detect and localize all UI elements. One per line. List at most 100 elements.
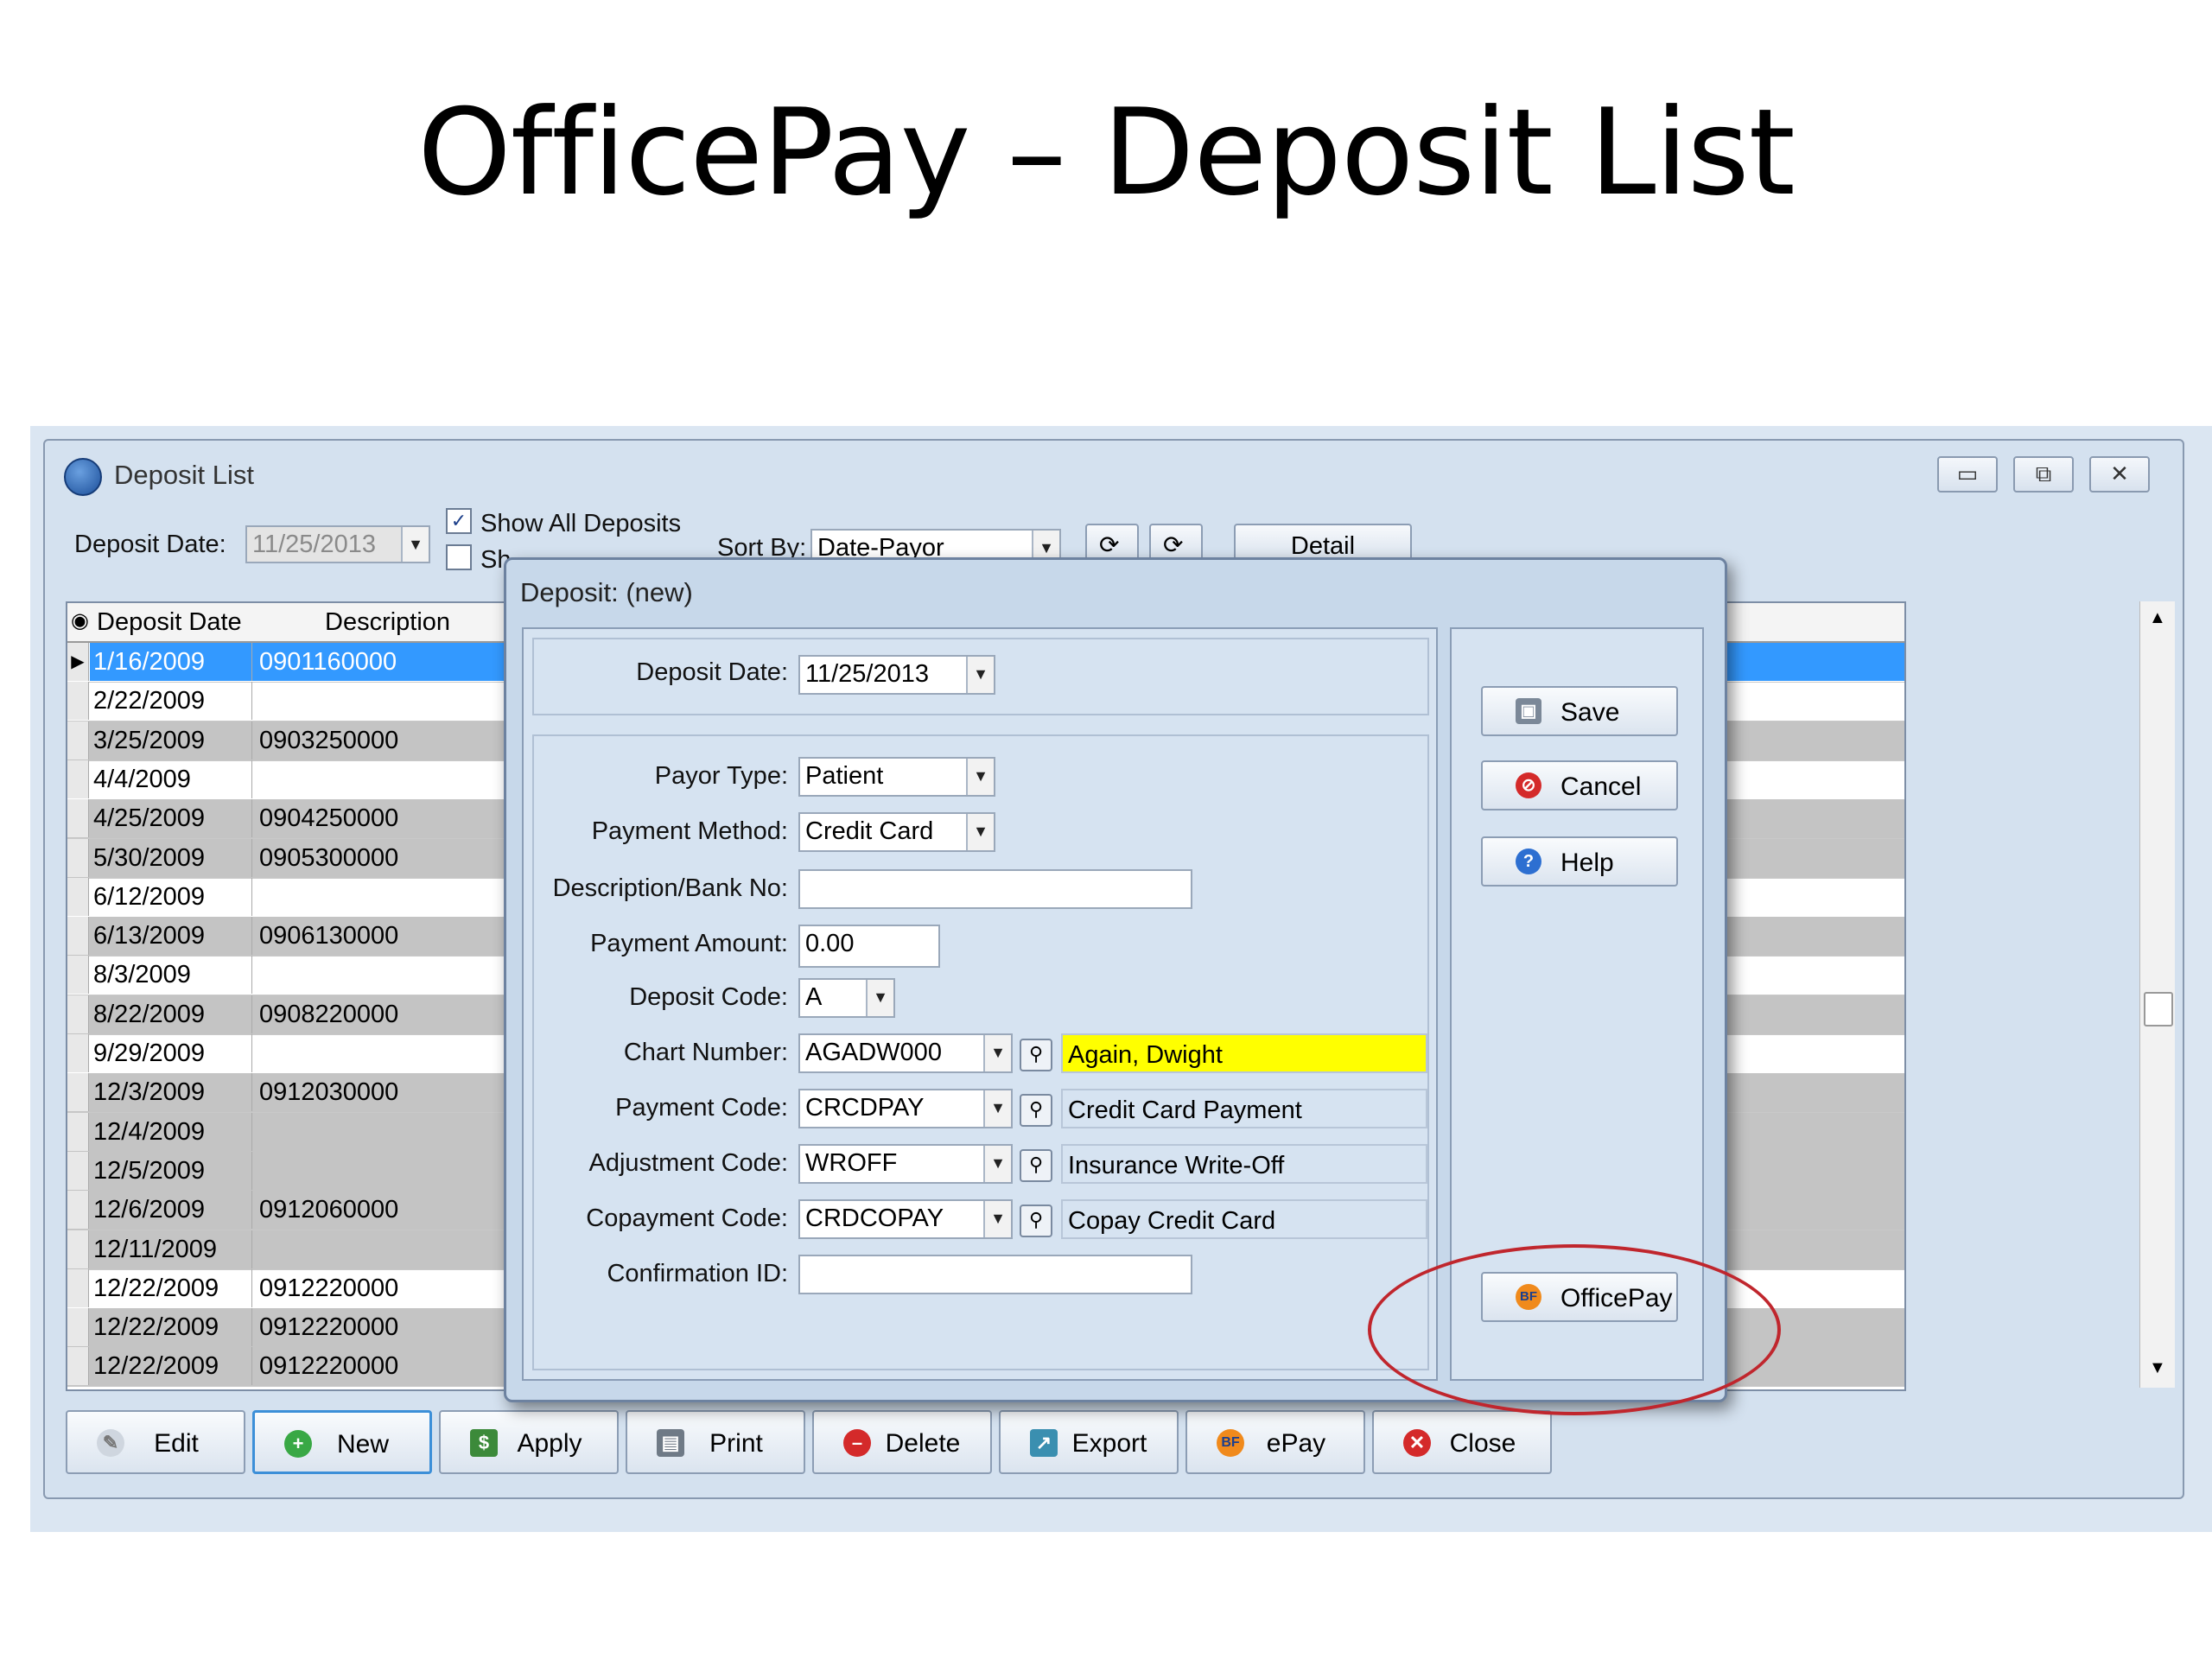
show-all-deposits-checkbox[interactable]: ✓ [446,508,472,534]
grid-vertical-scrollbar[interactable]: ▲ ▼ [2139,601,2175,1388]
save-button[interactable]: ▣ Save [1481,686,1678,736]
adjustment-code-value: WROFF [805,1149,898,1177]
description-cell: 0912220000 [259,1313,399,1342]
payment-method-label: Payment Method: [591,817,788,845]
scroll-down-icon[interactable]: ▼ [2149,1358,2166,1378]
deposit-date-cell: 12/5/2009 [90,1151,252,1190]
cancel-button[interactable]: ⊘ Cancel [1481,760,1678,810]
help-button[interactable]: ? Help [1481,836,1678,887]
description-cell: 0912030000 [259,1078,399,1107]
payment-code-input[interactable]: CRCDPAY ▼ [798,1089,1013,1128]
dialog-deposit-date-field[interactable]: 11/25/2013 ▼ [798,655,995,695]
deposit-date-cell: 12/3/2009 [90,1073,252,1112]
copayment-code-value: CRDCOPAY [805,1205,944,1232]
deposit-date-filter-label: Deposit Date: [74,531,226,558]
help-icon: ? [1516,849,1541,874]
deposit-date-cell: 12/22/2009 [90,1308,252,1347]
copayment-code-search-icon[interactable]: ⚲ [1020,1205,1052,1237]
confirmation-id-input[interactable] [798,1255,1192,1294]
description-cell: 0903250000 [259,726,399,754]
chevron-down-icon[interactable]: ▼ [966,814,994,850]
row-indicator [67,1112,89,1151]
row-indicator [67,917,89,956]
apply-button[interactable]: $ Apply [439,1410,619,1474]
description-cell: 0905300000 [259,843,399,872]
adjustment-code-description: Insurance Write-Off [1061,1144,1427,1184]
refresh-icon: ⟳ [1099,531,1120,558]
deposit-date-cell: 12/6/2009 [90,1191,252,1230]
close-button[interactable]: ✕ Close [1372,1410,1552,1474]
print-button[interactable]: ▤ Print [626,1410,805,1474]
deposit-date-cell: 12/11/2009 [90,1230,252,1268]
minimize-button[interactable]: ▭ [1937,456,1998,493]
chevron-down-icon[interactable]: ▼ [983,1146,1011,1182]
column-header-deposit-date[interactable]: Deposit Date [97,608,242,637]
restore-button[interactable]: ⧉ [2013,456,2074,493]
chevron-down-icon[interactable]: ▼ [983,1201,1011,1237]
export-button[interactable]: ↗ Export [999,1410,1179,1474]
row-indicator [67,682,89,721]
dialog-title: Deposit: (new) [520,577,693,607]
chart-number-input[interactable]: AGADW000 ▼ [798,1033,1013,1073]
payment-amount-input[interactable]: 0.00 [798,925,940,968]
chevron-down-icon[interactable]: ▼ [966,759,994,795]
chevron-down-icon[interactable]: ▼ [966,657,994,693]
row-indicator: ▶ [67,643,89,681]
show-all-deposits-label: Show All Deposits [480,510,682,537]
epay-button[interactable]: BF ePay [1185,1410,1365,1474]
row-indicator [67,1034,89,1072]
deposit-date-group: Deposit Date: 11/25/2013 ▼ [532,638,1429,715]
payor-type-select[interactable]: Patient ▼ [798,757,995,797]
apply-label: Apply [517,1429,582,1458]
cancel-label: Cancel [1560,772,1642,801]
description-cell: 0901160000 [252,643,512,681]
copayment-code-description: Copay Credit Card [1061,1199,1427,1239]
description-cell: 0904250000 [259,804,399,833]
show-other-checkbox[interactable] [446,544,472,570]
app-logo-icon [64,458,102,496]
payment-method-select[interactable]: Credit Card ▼ [798,812,995,852]
row-indicator [67,721,89,760]
row-indicator [67,1151,89,1190]
deposit-code-select[interactable]: A ▼ [798,978,895,1018]
payment-code-value: CRCDPAY [805,1094,925,1122]
new-label: New [336,1430,389,1459]
chevron-down-icon[interactable]: ▼ [401,527,429,562]
help-label: Help [1560,849,1614,877]
payment-code-description: Credit Card Payment [1061,1089,1427,1128]
payment-details-group: Payor Type: Patient ▼ Payment Method: Cr… [532,734,1429,1370]
chart-lookup-search-icon[interactable]: ⚲ [1020,1039,1052,1071]
description-cell: 0906130000 [259,922,399,950]
row-indicator [67,956,89,995]
chart-patient-name: Again, Dwight [1061,1033,1427,1073]
save-label: Save [1560,698,1620,727]
deposit-date-cell: 3/25/2009 [90,721,252,760]
scrollbar-thumb[interactable] [2144,992,2173,1027]
description-input[interactable] [798,869,1192,909]
column-header-description[interactable]: Description [325,608,450,637]
deposit-date-filter-field[interactable]: 11/25/2013 ▼ [245,525,430,563]
adjustment-code-search-icon[interactable]: ⚲ [1020,1149,1052,1182]
print-label: Print [709,1429,763,1458]
chevron-down-icon[interactable]: ▼ [983,1090,1011,1127]
scroll-up-icon[interactable]: ▲ [2149,608,2166,628]
chevron-down-icon[interactable]: ▼ [983,1035,1011,1071]
new-button[interactable]: + New [252,1410,432,1474]
row-indicator [67,1268,89,1307]
payment-code-label: Payment Code: [615,1094,788,1122]
chevron-down-icon[interactable]: ▼ [866,980,893,1016]
description-cell [252,1113,512,1151]
close-window-button[interactable]: ✕ [2089,456,2150,493]
description-cell: 0912060000 [259,1196,399,1224]
slide-title: OfficePay – Deposit List [417,83,1796,222]
window-titlebar: Deposit List ▭ ⧉ ✕ [45,441,2183,499]
edit-button[interactable]: ✎ Edit [66,1410,245,1474]
adjustment-code-input[interactable]: WROFF ▼ [798,1144,1013,1184]
description-cell [252,956,512,994]
payor-type-value: Patient [805,762,884,790]
delete-button[interactable]: – Delete [812,1410,992,1474]
row-indicator [67,877,89,916]
deposit-date-cell: 4/4/2009 [90,760,252,798]
payment-code-search-icon[interactable]: ⚲ [1020,1094,1052,1127]
copayment-code-input[interactable]: CRDCOPAY ▼ [798,1199,1013,1239]
